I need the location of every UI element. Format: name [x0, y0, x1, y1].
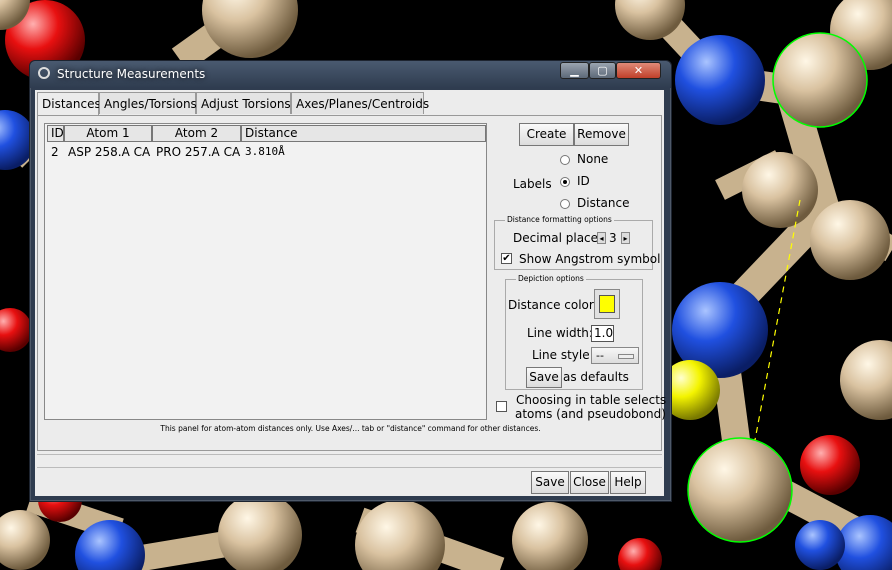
- increment-arrow-icon[interactable]: ▸: [621, 232, 630, 244]
- help-button[interactable]: Help: [610, 471, 646, 494]
- save-defaults-button[interactable]: Save: [526, 367, 562, 388]
- labels-none-label[interactable]: None: [577, 152, 608, 166]
- distance-formatting-group: Distance formatting options Decimal plac…: [494, 215, 660, 270]
- labels-distance-radio[interactable]: [560, 199, 570, 209]
- app-icon: [38, 67, 50, 79]
- cell-atom1: ASP 258.A CA: [68, 145, 151, 159]
- column-header-id[interactable]: ID: [47, 125, 64, 142]
- distances-panel: ID Atom 1 Atom 2 Distance 2 ASP 258.A CA…: [37, 115, 666, 451]
- labels-id-radio[interactable]: [560, 177, 570, 187]
- window-title: Structure Measurements: [57, 67, 206, 81]
- tab-distances[interactable]: Distances: [37, 92, 101, 115]
- tab-angles-torsions[interactable]: Angles/Torsions: [99, 92, 197, 114]
- line-style-menu[interactable]: --: [591, 347, 639, 364]
- minimize-button[interactable]: ▁: [560, 62, 589, 79]
- distance-color-well[interactable]: [594, 289, 620, 319]
- dialog-client-area: Distances Angles/Torsions Adjust Torsion…: [35, 90, 666, 496]
- decimal-places-label: Decimal places: [513, 231, 605, 245]
- color-swatch: [599, 295, 615, 313]
- remove-button[interactable]: Remove: [574, 123, 629, 146]
- labels-distance-label[interactable]: Distance: [577, 196, 629, 210]
- panel-footnote: This panel for atom-atom distances only.…: [160, 424, 541, 433]
- tab-axes-planes-centroids[interactable]: Axes/Planes/Centroids: [291, 92, 429, 114]
- decrement-arrow-icon[interactable]: ◂: [597, 232, 606, 244]
- column-header-distance[interactable]: Distance: [241, 125, 486, 142]
- choosing-selects-label-line2[interactable]: atoms (and pseudobond): [515, 407, 666, 421]
- close-window-button[interactable]: ✕: [616, 62, 661, 79]
- title-bar[interactable]: Structure Measurements ▁ ▢ ✕: [30, 61, 671, 88]
- maximize-button[interactable]: ▢: [589, 62, 616, 79]
- depiction-group: Depiction options Distance color: Line w…: [505, 274, 643, 390]
- menu-indicator-icon: [618, 354, 634, 359]
- depiction-label: Depiction options: [516, 274, 586, 283]
- structure-measurements-window[interactable]: Structure Measurements ▁ ▢ ✕ Distances A…: [29, 60, 672, 502]
- choosing-selects-checkbox[interactable]: [496, 401, 507, 412]
- line-style-label: Line style:: [532, 348, 594, 362]
- show-angstrom-checkbox[interactable]: ✔: [501, 253, 512, 264]
- labels-none-radio[interactable]: [560, 155, 570, 165]
- line-width-label: Line width:: [527, 326, 593, 340]
- line-width-input[interactable]: 1.0: [591, 325, 614, 342]
- decimal-places-value: 3: [609, 231, 617, 245]
- save-defaults-suffix: as defaults: [563, 370, 629, 384]
- labels-id-label[interactable]: ID: [577, 174, 590, 188]
- labels-caption: Labels: [513, 177, 552, 191]
- close-button[interactable]: Close: [570, 471, 609, 494]
- create-button[interactable]: Create: [519, 123, 574, 146]
- column-header-atom2[interactable]: Atom 2: [152, 125, 241, 142]
- status-bar: [37, 454, 662, 468]
- distances-table[interactable]: ID Atom 1 Atom 2 Distance 2 ASP 258.A CA…: [44, 123, 487, 420]
- cell-id: 2: [51, 145, 59, 159]
- choosing-selects-label-line1[interactable]: Choosing in table selects: [516, 393, 666, 407]
- save-button[interactable]: Save: [531, 471, 569, 494]
- show-angstrom-label[interactable]: Show Angstrom symbol: [519, 252, 660, 266]
- line-style-value: --: [596, 349, 604, 362]
- cell-atom2: PRO 257.A CA: [156, 145, 241, 159]
- cell-distance: 3.810Å: [245, 145, 285, 158]
- distance-color-label: Distance color:: [508, 298, 598, 312]
- column-header-atom1[interactable]: Atom 1: [64, 125, 152, 142]
- tab-adjust-torsions[interactable]: Adjust Torsions: [196, 92, 291, 114]
- distance-formatting-label: Distance formatting options: [505, 215, 614, 224]
